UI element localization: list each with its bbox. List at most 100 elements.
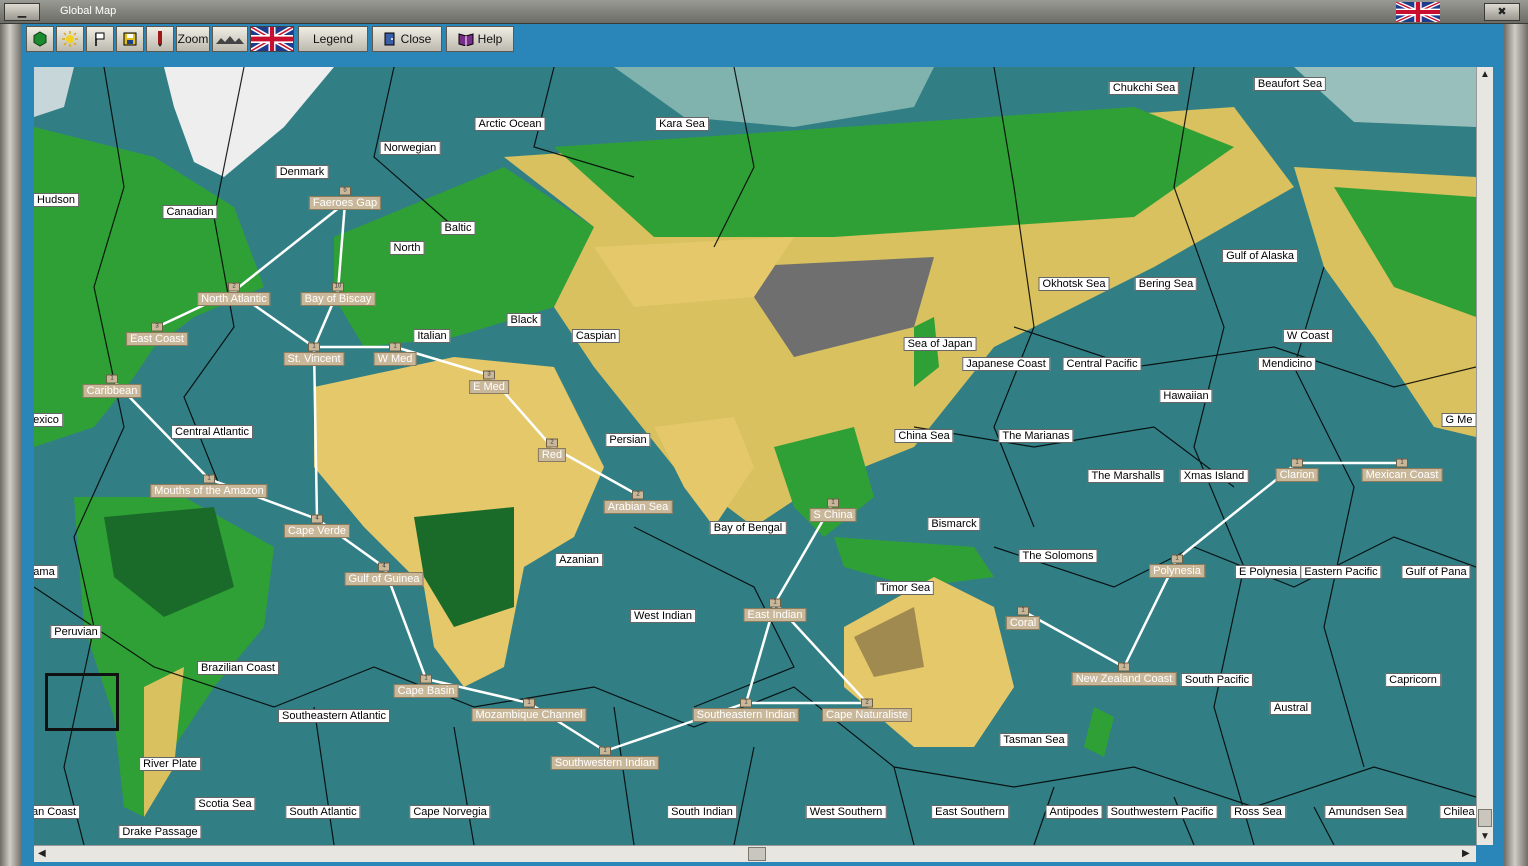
sea-zone-label[interactable]: Arctic Ocean bbox=[474, 117, 546, 131]
route-node-marker[interactable]: 1 bbox=[1171, 554, 1183, 564]
sea-zone-label[interactable]: Capricorn bbox=[1385, 673, 1441, 687]
port-zone-label[interactable]: New Zealand Coast bbox=[1071, 672, 1177, 686]
sea-zone-label[interactable]: Peruvian bbox=[50, 625, 102, 639]
port-zone-label[interactable]: Gulf of Guinea bbox=[344, 572, 424, 586]
sea-zone-label[interactable]: Azanian bbox=[555, 553, 603, 567]
route-node-marker[interactable]: 1 bbox=[769, 598, 781, 608]
route-node-marker[interactable]: 4 bbox=[311, 514, 323, 524]
horizontal-scrollbar[interactable]: ◀ ▶ bbox=[34, 845, 1476, 862]
sea-zone-label[interactable]: South Indian bbox=[667, 805, 737, 819]
sea-zone-label[interactable]: Persian bbox=[605, 433, 651, 447]
global-map[interactable]: Chukchi Sea Beaufort Sea Arctic Ocean Kara … bbox=[34, 67, 1476, 845]
sea-zone-label[interactable]: Antipodes bbox=[1045, 805, 1103, 819]
route-node-marker[interactable]: 1 bbox=[420, 674, 432, 684]
sea-zone-label[interactable]: Timor Sea bbox=[875, 581, 935, 595]
sea-zone-label[interactable]: an Coast bbox=[34, 805, 81, 819]
sea-zone-label[interactable]: West Southern bbox=[805, 805, 887, 819]
sea-zone-label[interactable]: Amundsen Sea bbox=[1324, 805, 1408, 819]
sea-zone-label[interactable]: Central Atlantic bbox=[171, 425, 253, 439]
sea-zone-label[interactable]: Scotia Sea bbox=[194, 797, 256, 811]
sea-zone-label[interactable]: Denmark bbox=[275, 165, 329, 179]
sea-zone-label[interactable]: Bay of Bengal bbox=[709, 521, 787, 535]
sea-zone-label[interactable]: Gulf of Pana bbox=[1401, 565, 1471, 579]
route-node-marker[interactable]: 1 bbox=[389, 342, 401, 352]
sea-zone-label[interactable]: exico bbox=[34, 413, 63, 427]
route-node-marker[interactable]: 1 bbox=[1118, 662, 1130, 672]
flag-tool-button[interactable] bbox=[86, 26, 114, 52]
port-zone-label[interactable]: North Atlantic bbox=[197, 292, 271, 306]
scroll-right-arrow-icon[interactable]: ▶ bbox=[1462, 848, 1470, 859]
route-node-marker[interactable]: 1 bbox=[740, 698, 752, 708]
route-node-marker[interactable]: 1 bbox=[203, 474, 215, 484]
port-zone-label[interactable]: Clarion bbox=[1275, 468, 1319, 482]
route-node-marker[interactable]: 2 bbox=[546, 438, 558, 448]
help-button[interactable]: Help bbox=[446, 26, 514, 52]
sea-zone-label[interactable]: Hudson bbox=[34, 193, 79, 207]
port-zone-label[interactable]: Cape Verde bbox=[283, 524, 351, 538]
sun-tool-button[interactable] bbox=[56, 26, 84, 52]
route-node-marker[interactable]: 1 bbox=[827, 498, 839, 508]
port-zone-label[interactable]: Mozambique Channel bbox=[471, 708, 587, 722]
sea-zone-label[interactable]: Tasman Sea bbox=[999, 733, 1069, 747]
minimize-button[interactable]: ▁ bbox=[4, 3, 40, 21]
sea-zone-label[interactable]: Eastern Pacific bbox=[1300, 565, 1382, 579]
port-zone-label[interactable]: Bay of Biscay bbox=[300, 292, 376, 306]
pen-tool-button[interactable] bbox=[146, 26, 174, 52]
sea-zone-label[interactable]: Gulf of Alaska bbox=[1222, 249, 1298, 263]
union-jack-flag-icon[interactable] bbox=[250, 26, 294, 52]
sea-zone-label[interactable]: Austral bbox=[1269, 701, 1313, 715]
save-tool-button[interactable] bbox=[116, 26, 144, 52]
sea-zone-label[interactable]: North bbox=[389, 241, 425, 255]
port-zone-label[interactable]: Mouths of the Amazon bbox=[150, 484, 268, 498]
sea-zone-label[interactable]: Italian bbox=[413, 329, 451, 343]
scroll-left-arrow-icon[interactable]: ◀ bbox=[38, 848, 46, 859]
route-node-marker[interactable]: 1 bbox=[599, 746, 611, 756]
sea-zone-label[interactable]: Hawaiian bbox=[1159, 389, 1213, 403]
sea-zone-label[interactable]: China Sea bbox=[894, 429, 954, 443]
route-node-marker[interactable]: 4 bbox=[378, 562, 390, 572]
port-zone-label[interactable]: E Med bbox=[469, 380, 509, 394]
sea-zone-label[interactable]: Sea of Japan bbox=[903, 337, 977, 351]
legend-button[interactable]: Legend bbox=[298, 26, 368, 52]
route-node-marker[interactable]: 1 bbox=[1396, 458, 1408, 468]
sea-zone-label[interactable]: South Pacific bbox=[1180, 673, 1254, 687]
vertical-scrollbar[interactable]: ▲ ▼ bbox=[1476, 67, 1493, 845]
route-node-marker[interactable]: 5 bbox=[339, 186, 351, 196]
sea-zone-label[interactable]: Bismarck bbox=[927, 517, 981, 531]
route-node-marker[interactable]: 2 bbox=[861, 698, 873, 708]
port-zone-label[interactable]: Faeroes Gap bbox=[308, 196, 382, 210]
sea-zone-label[interactable]: Chukchi Sea bbox=[1108, 81, 1180, 95]
port-zone-label[interactable]: Coral bbox=[1005, 616, 1041, 630]
sea-zone-label[interactable]: River Plate bbox=[139, 757, 201, 771]
sea-zone-label[interactable]: Mendicino bbox=[1257, 357, 1317, 371]
hexagon-tool-button[interactable] bbox=[26, 26, 54, 52]
sea-zone-label[interactable]: Cape Norvegia bbox=[409, 805, 491, 819]
sea-zone-label[interactable]: G Me bbox=[1441, 413, 1476, 427]
sea-zone-label[interactable]: Central Pacific bbox=[1062, 357, 1142, 371]
port-zone-label[interactable]: Southeastern Indian bbox=[692, 708, 800, 722]
route-node-marker[interactable]: 10 bbox=[332, 282, 344, 292]
port-zone-label[interactable]: Cape Naturaliste bbox=[822, 708, 912, 722]
scroll-down-arrow-icon[interactable]: ▼ bbox=[1480, 831, 1490, 842]
close-window-button[interactable]: ✖ bbox=[1484, 3, 1520, 21]
sea-zone-label[interactable]: Okhotsk Sea bbox=[1038, 277, 1110, 291]
sea-zone-label[interactable]: Beaufort Sea bbox=[1253, 77, 1327, 91]
sea-zone-label[interactable]: Kara Sea bbox=[655, 117, 709, 131]
sea-zone-label[interactable]: Xmas Island bbox=[1179, 469, 1249, 483]
sea-zone-label[interactable]: Southwestern Pacific bbox=[1106, 805, 1218, 819]
sea-zone-label[interactable]: The Marshalls bbox=[1087, 469, 1165, 483]
port-zone-label[interactable]: St. Vincent bbox=[283, 352, 345, 366]
sea-zone-label[interactable]: Ross Sea bbox=[1230, 805, 1286, 819]
sea-zone-label[interactable]: Norwegian bbox=[379, 141, 441, 155]
horizontal-scroll-thumb[interactable] bbox=[748, 847, 766, 861]
port-zone-label[interactable]: Polynesia bbox=[1149, 564, 1205, 578]
port-zone-label[interactable]: Southwestern Indian bbox=[550, 756, 660, 770]
sea-zone-label[interactable]: East Southern bbox=[931, 805, 1009, 819]
sea-zone-label[interactable]: Japanese Coast bbox=[962, 357, 1050, 371]
sea-zone-label[interactable]: The Solomons bbox=[1018, 549, 1098, 563]
sea-zone-label[interactable]: Canadian bbox=[162, 205, 218, 219]
sea-zone-label[interactable]: Black bbox=[506, 313, 542, 327]
terrain-tool-button[interactable] bbox=[212, 26, 248, 52]
port-zone-label[interactable]: Caribbean bbox=[82, 384, 142, 398]
port-zone-label[interactable]: Red bbox=[537, 448, 567, 462]
